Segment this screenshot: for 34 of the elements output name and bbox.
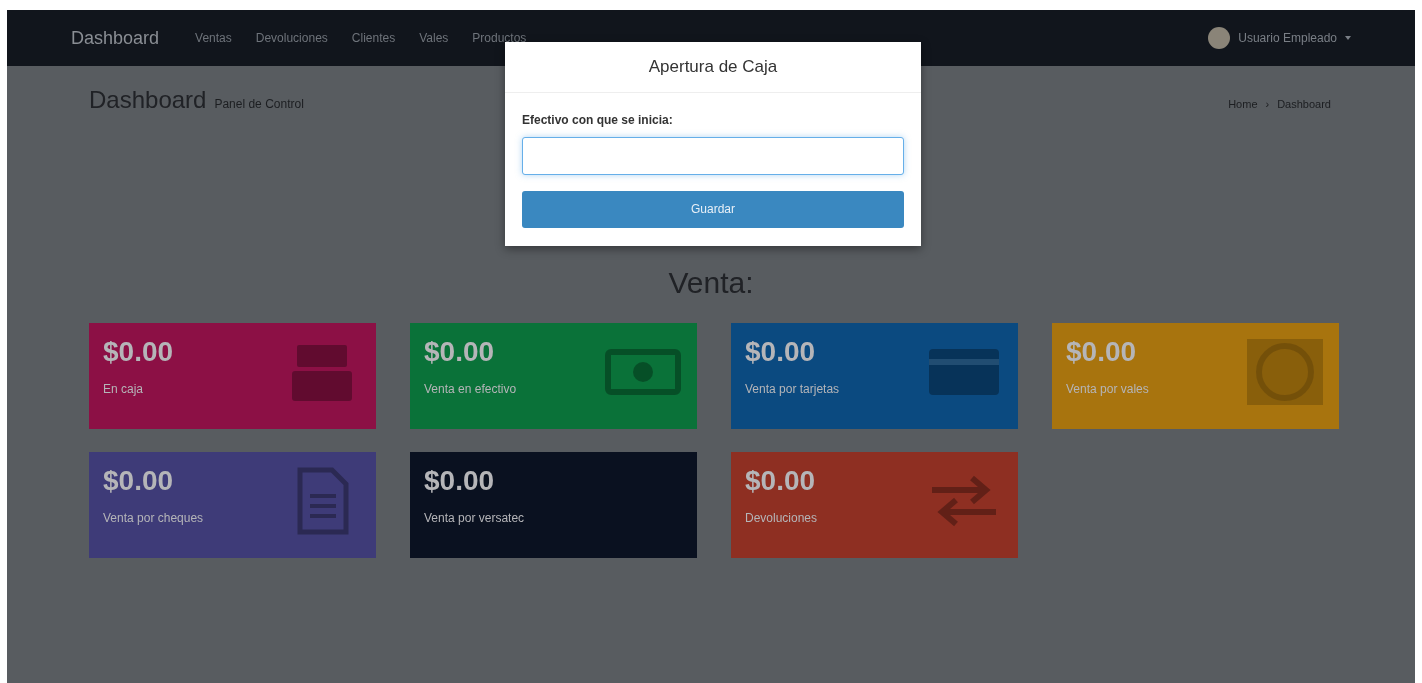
page-subtitle: Panel de Control [214, 96, 304, 113]
nav-link[interactable]: Ventas [183, 29, 244, 47]
tile-amount: $0.00 [103, 466, 175, 497]
tile-amount: $0.00 [1066, 337, 1138, 368]
user-menu[interactable]: Usuario Empleado [1208, 27, 1351, 49]
coin-icon [1245, 337, 1325, 407]
tile-label: Venta en efectivo [424, 380, 517, 398]
user-name: Usuario Empleado [1238, 30, 1337, 47]
modal-title: Apertura de Caja [505, 42, 921, 93]
nav-link[interactable]: Clientes [339, 29, 408, 47]
tile-amount: $0.00 [745, 466, 817, 497]
save-button[interactable]: Guardar [522, 190, 904, 228]
brand-link[interactable]: Dashboard [71, 24, 160, 52]
breadcrumb-link[interactable]: Dashboard [1277, 96, 1331, 113]
tile-label: En caja [103, 380, 145, 398]
tile-amount: $0.00 [103, 337, 174, 368]
tile-amount: $0.00 [424, 337, 496, 368]
tile-amount: $0.00 [745, 337, 817, 368]
nav-link[interactable]: Devoluciones [243, 29, 340, 47]
tile-label: Venta por tarjetas [745, 380, 840, 398]
tile-label: Devoluciones [745, 509, 818, 527]
field-label: Efectivo con que se inicia: [522, 111, 674, 129]
tile-amount: $0.00 [424, 466, 496, 497]
number-input-field[interactable] [522, 136, 904, 175]
tile-label: Venta por versatec [424, 509, 525, 527]
avatar-icon [1208, 27, 1231, 49]
caret-icon [1345, 36, 1351, 40]
tile-label: Venta por cheques [103, 509, 204, 527]
breadcrumb-link[interactable]: Home [1228, 96, 1258, 113]
page-title: Dashboard [89, 85, 207, 115]
breadcrumb-separator: › [1265, 97, 1270, 112]
nav-link[interactable]: Vales [407, 29, 461, 47]
tile-label: Venta por vales [1066, 380, 1149, 398]
section-title: Venta: [667, 265, 755, 301]
